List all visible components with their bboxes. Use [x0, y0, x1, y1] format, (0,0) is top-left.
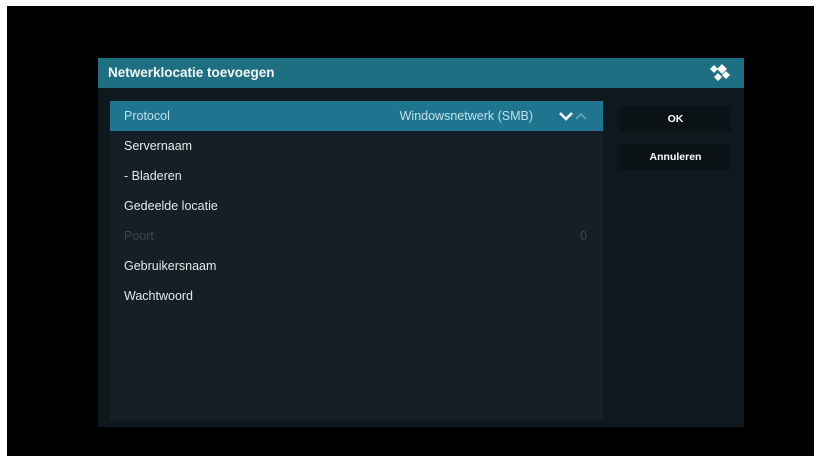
screen: Netwerklocatie toevoegen Protocol Window…	[7, 6, 814, 456]
setting-label: Servernaam	[124, 139, 193, 153]
setting-label: Poort	[124, 229, 154, 243]
chevron-up-icon[interactable]	[575, 111, 587, 121]
setting-label: Gebruikersnaam	[124, 259, 217, 273]
setting-label: Gedeelde locatie	[124, 199, 218, 213]
dialog-title: Netwerklocatie toevoegen	[108, 65, 275, 80]
setting-value: 0	[580, 229, 587, 243]
setting-row-shared-location[interactable]: Gedeelde locatie	[110, 191, 603, 221]
cancel-button[interactable]: Annuleren	[620, 144, 731, 170]
setting-label: Protocol	[124, 109, 170, 123]
setting-value: Windowsnetwerk (SMB)	[399, 109, 533, 123]
setting-row-servername[interactable]: Servernaam	[110, 131, 603, 161]
dialog-titlebar: Netwerklocatie toevoegen	[98, 58, 744, 88]
settings-list: Protocol Windowsnetwerk (SMB) Servernaam…	[110, 101, 603, 420]
setting-label: - Bladeren	[124, 169, 182, 183]
ok-button[interactable]: OK	[620, 106, 731, 132]
setting-row-username[interactable]: Gebruikersnaam	[110, 251, 603, 281]
chevron-down-icon[interactable]	[559, 110, 573, 122]
setting-row-password[interactable]: Wachtwoord	[110, 281, 603, 311]
setting-row-browse[interactable]: - Bladeren	[110, 161, 603, 191]
setting-label: Wachtwoord	[124, 289, 194, 303]
setting-row-protocol[interactable]: Protocol Windowsnetwerk (SMB)	[110, 101, 603, 131]
setting-row-port: Poort 0	[110, 221, 603, 251]
kodi-logo-icon	[710, 64, 730, 81]
add-network-location-dialog: Netwerklocatie toevoegen Protocol Window…	[98, 58, 744, 427]
